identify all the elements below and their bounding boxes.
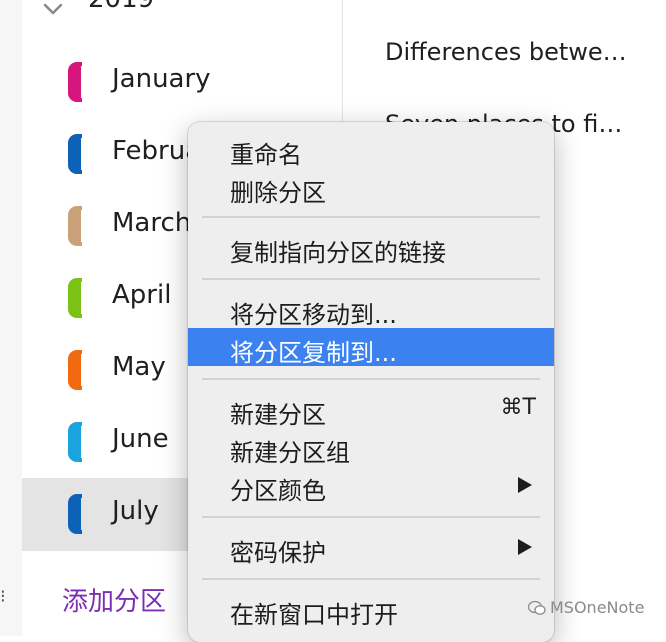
menu-item-password-protection[interactable]: 密码保护 [188,528,554,567]
menu-separator [202,278,540,280]
menu-item-move-section[interactable]: 将分区移动到... [188,290,554,329]
section-item-january[interactable]: January [22,46,342,118]
page-item[interactable]: Differences between... [385,38,635,66]
menu-separator [202,516,540,518]
section-label: July [112,496,159,526]
section-label: May [112,352,166,382]
menu-item-label: 在新窗口中打开 [230,601,398,629]
year-group-label: 2019 [88,0,154,14]
menu-item-copy-section[interactable]: 将分区复制到... [188,328,554,367]
menu-item-section-color[interactable]: 分区颜色 [188,466,554,505]
menu-item-shortcut: ⌘T [500,395,536,420]
left-edge-strip: ⁝ [0,0,23,636]
section-color-tab [68,494,84,534]
section-color-tab [68,422,84,462]
section-context-menu: 重命名 删除分区 复制指向分区的链接 将分区移动到... 将分区复制到... 新… [188,122,554,642]
section-label: June [112,424,169,454]
chevron-down-icon[interactable] [42,0,64,20]
menu-item-copy-link[interactable]: 复制指向分区的链接 [188,228,554,267]
left-edge-mark: ⁝ [0,586,6,607]
menu-item-label: 新建分区组 [230,439,350,467]
section-color-tab [68,62,84,102]
section-color-tab [68,134,84,174]
section-label: January [112,64,211,94]
submenu-arrow-icon [518,477,532,493]
wechat-icon [528,600,546,615]
submenu-arrow-icon [518,539,532,555]
menu-item-label: 将分区移动到... [230,301,397,329]
menu-item-label: 删除分区 [230,179,326,207]
menu-item-rename[interactable]: 重命名 [188,130,554,169]
menu-item-label: 将分区复制到... [230,339,397,367]
menu-item-label: 复制指向分区的链接 [230,239,446,267]
section-label: April [112,280,172,310]
menu-item-label: 重命名 [230,141,302,169]
watermark: MSOneNote [528,598,644,617]
section-color-tab [68,278,84,318]
menu-item-new-section-group[interactable]: 新建分区组 [188,428,554,467]
year-group-header[interactable]: 2019 [22,0,342,34]
menu-item-open-new-window[interactable]: 在新窗口中打开 [188,590,554,629]
watermark-text: MSOneNote [550,598,645,617]
add-section-button[interactable]: 添加分区 [62,581,166,618]
section-color-tab [68,350,84,390]
menu-separator [202,216,540,218]
section-color-tab [68,206,84,246]
menu-item-label: 分区颜色 [230,477,326,505]
menu-item-label: 密码保护 [230,539,326,567]
menu-item-new-section[interactable]: 新建分区 ⌘T [188,390,554,429]
menu-item-delete-section[interactable]: 删除分区 [188,168,554,207]
menu-item-label: 新建分区 [230,401,326,429]
section-label: March [112,208,192,238]
menu-separator [202,578,540,580]
menu-separator [202,378,540,380]
